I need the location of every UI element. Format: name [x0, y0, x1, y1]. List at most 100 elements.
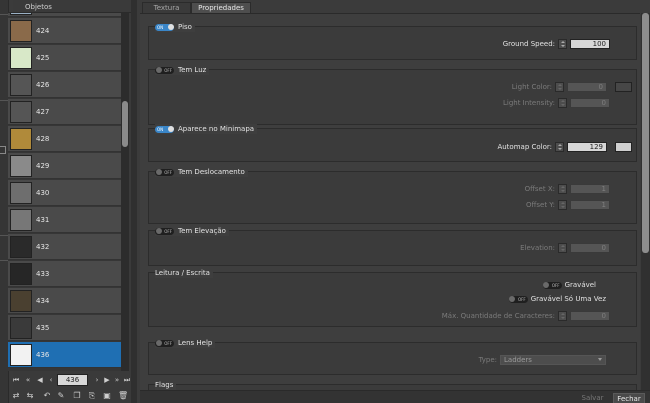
- object-list[interactable]: 424 425 426 427 428 429 430 431 432 433 434 435 436: [8, 13, 121, 371]
- max-chars-label: Máx. Quantidade de Caracteres:: [441, 312, 555, 320]
- list-item[interactable]: 434: [8, 288, 121, 314]
- object-id-label: 429: [36, 162, 50, 170]
- object-list-scrollbar[interactable]: [121, 13, 129, 371]
- next-page-icon[interactable]: ▶: [102, 375, 112, 385]
- object-id-label: 425: [36, 54, 50, 62]
- new-object-icon[interactable]: ▣: [102, 391, 112, 401]
- object-thumbnail: [10, 20, 32, 42]
- object-toolbar: ⇄ ⇆ ↶ ✎ ❐ ⎘ ▣ 🗑: [8, 390, 131, 403]
- prev-fast-icon[interactable]: «: [23, 375, 33, 385]
- delete-icon[interactable]: 🗑: [118, 391, 128, 401]
- tab-propriedades[interactable]: Propriedades: [191, 2, 251, 13]
- light-intensity-field: 0: [570, 98, 610, 108]
- object-thumbnail: [10, 182, 32, 204]
- duplicate-icon[interactable]: ❐: [72, 391, 82, 401]
- next-item-icon[interactable]: ›: [92, 375, 102, 385]
- offset-x-label: Offset X:: [524, 185, 555, 193]
- footer-bar: Salvar Fechar: [140, 390, 650, 403]
- object-thumbnail: [10, 128, 32, 150]
- object-id-label: 432: [36, 243, 50, 251]
- object-thumbnail: [10, 317, 32, 339]
- scrollbar-thumb[interactable]: [122, 101, 128, 147]
- piso-toggle[interactable]: ON: [155, 23, 174, 31]
- properties-panel: ON Piso Ground Speed: 100 OFF Tem Luz Li…: [140, 13, 640, 390]
- list-item[interactable]: 431: [8, 207, 121, 233]
- pager: ⏮ « ◀ ‹ 436 › ▶ » ⏭: [8, 374, 131, 386]
- object-id-label: 424: [36, 27, 50, 35]
- undo-icon[interactable]: ↶: [42, 391, 52, 401]
- edit-icon[interactable]: ✎: [56, 391, 66, 401]
- elevacao-toggle[interactable]: OFF: [155, 227, 174, 235]
- object-thumbnail: [10, 209, 32, 231]
- minimapa-toggle[interactable]: ON: [155, 125, 174, 133]
- light-color-label: Light Color:: [511, 83, 552, 91]
- list-item[interactable]: 430: [8, 180, 121, 206]
- page-number-field[interactable]: 436: [57, 374, 88, 386]
- leitura-title: Leitura / Escrita: [155, 269, 210, 277]
- type-label: Type:: [478, 356, 497, 364]
- gravavel-uma-vez-toggle[interactable]: OFF: [508, 295, 528, 303]
- deslocamento-toggle[interactable]: OFF: [155, 168, 174, 176]
- ground-speed-field[interactable]: 100: [570, 39, 610, 49]
- light-intensity-stepper: [558, 98, 567, 108]
- piso-title: Piso: [178, 23, 192, 31]
- offset-x-stepper: [558, 184, 567, 194]
- list-item[interactable]: 427: [8, 99, 121, 125]
- tem-luz-toggle[interactable]: OFF: [155, 66, 174, 74]
- ground-speed-stepper[interactable]: [558, 39, 567, 49]
- list-item[interactable]: 435: [8, 315, 121, 341]
- offset-y-label: Offset Y:: [526, 201, 555, 209]
- max-chars-field: 0: [570, 311, 610, 321]
- group-minimapa: ON Aparece no Minimapa Automap Color: 12…: [148, 124, 637, 162]
- list-item[interactable]: [8, 13, 121, 17]
- object-id-label: 436: [36, 351, 50, 359]
- list-item[interactable]: 429: [8, 153, 121, 179]
- automap-color-stepper[interactable]: [555, 142, 564, 152]
- chevron-down-icon: [598, 358, 602, 361]
- group-piso: ON Piso Ground Speed: 100: [148, 22, 637, 60]
- object-id-label: 435: [36, 324, 50, 332]
- object-thumbnail: [10, 47, 32, 69]
- gravavel-uma-vez-label: Gravável Só Uma Vez: [530, 295, 606, 303]
- next-fast-icon[interactable]: »: [112, 375, 122, 385]
- close-button[interactable]: Fechar: [613, 393, 645, 403]
- prev-item-icon[interactable]: ‹: [46, 375, 56, 385]
- automap-color-field[interactable]: 129: [567, 142, 607, 152]
- collapse-handle[interactable]: [0, 146, 6, 154]
- object-id-label: 433: [36, 270, 50, 278]
- object-id-label: 431: [36, 216, 50, 224]
- group-lens-help: OFF Lens Help Type: Ladders: [148, 338, 637, 375]
- properties-scrollbar-thumb[interactable]: [642, 13, 649, 253]
- object-thumbnail: [10, 101, 32, 123]
- list-item[interactable]: 428: [8, 126, 121, 152]
- gravavel-toggle[interactable]: OFF: [542, 281, 562, 289]
- gravavel-label: Gravável: [564, 281, 596, 289]
- prev-page-icon[interactable]: ◀: [35, 375, 45, 385]
- object-id-label: 426: [36, 81, 50, 89]
- automap-color-swatch[interactable]: [615, 142, 632, 152]
- import-icon[interactable]: ⇆: [25, 391, 35, 401]
- group-tem-luz: OFF Tem Luz Light Color: 0 Light Intensi…: [148, 65, 637, 125]
- light-color-swatch: [615, 82, 632, 92]
- first-page-icon[interactable]: ⏮: [11, 375, 21, 385]
- list-item[interactable]: 433: [8, 261, 121, 287]
- group-leitura-escrita: Leitura / Escrita OFF Gravável OFF Gravá…: [148, 268, 637, 327]
- copy-icon[interactable]: ⎘: [87, 391, 97, 401]
- object-thumbnail: [10, 344, 32, 366]
- list-item[interactable]: 424: [8, 18, 121, 44]
- lens-help-title: Lens Help: [178, 339, 213, 347]
- lens-help-toggle[interactable]: OFF: [155, 339, 174, 347]
- max-chars-stepper: [558, 311, 567, 321]
- list-item[interactable]: 426: [8, 72, 121, 98]
- save-button[interactable]: Salvar: [575, 393, 610, 403]
- list-item[interactable]: 432: [8, 234, 121, 260]
- object-id-label: 428: [36, 135, 50, 143]
- list-item[interactable]: 436: [8, 342, 121, 368]
- export-icon[interactable]: ⇄: [11, 391, 21, 401]
- tab-textura[interactable]: Textura: [142, 2, 191, 13]
- elevation-label: Elevation:: [520, 244, 555, 252]
- list-item[interactable]: 425: [8, 45, 121, 71]
- group-deslocamento: OFF Tem Deslocamento Offset X: 1 Offset …: [148, 167, 637, 224]
- properties-scrollbar[interactable]: [641, 13, 650, 390]
- type-select: Ladders: [500, 355, 606, 365]
